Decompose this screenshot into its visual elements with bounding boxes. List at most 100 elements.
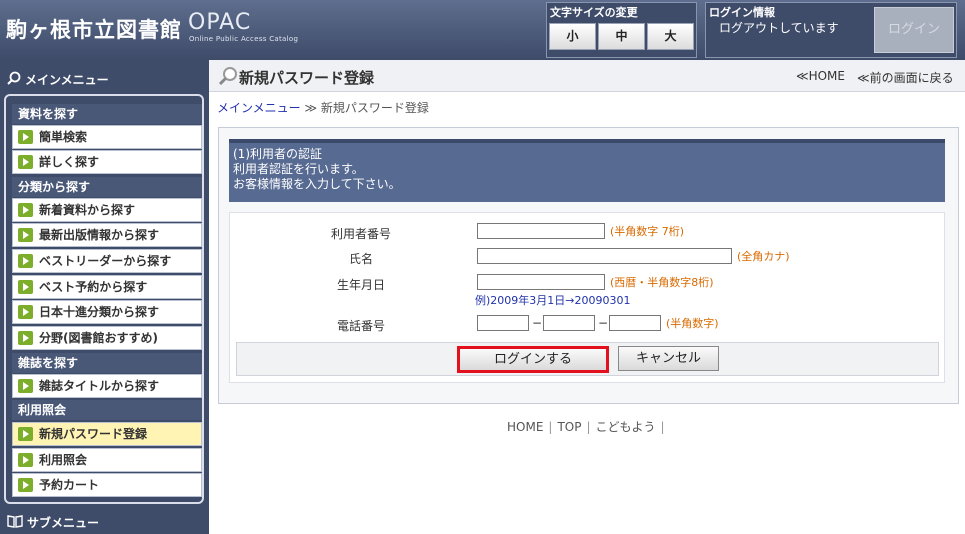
- arrow-right-icon: [18, 379, 33, 393]
- breadcrumb: メインメニュー ≫ 新規パスワード登録: [217, 99, 429, 116]
- main-menu-header: メインメニュー: [0, 64, 209, 90]
- sidebar: メインメニュー 資料を探す 簡単検索 詳しく探す 分類から探す 新着資料から探す…: [0, 60, 209, 534]
- content-box: (1)利用者の認証 利用者認証を行います。 お客様情報を入力して下さい。 利用者…: [218, 127, 959, 404]
- menu-item-label: ベスト予約から探す: [39, 280, 148, 294]
- footer-top-link[interactable]: TOP: [557, 420, 581, 434]
- breadcrumb-main-menu[interactable]: メインメニュー: [217, 101, 301, 115]
- magnifier-icon: [7, 71, 21, 88]
- site-title[interactable]: 駒ヶ根市立図書館: [6, 14, 182, 44]
- breadcrumb-current: 新規パスワード登録: [320, 101, 429, 115]
- font-size-small-button[interactable]: 小: [549, 23, 596, 50]
- arrow-right-icon: [18, 331, 33, 345]
- auth-info-box: (1)利用者の認証 利用者認証を行います。 お客様情報を入力して下さい。: [229, 139, 945, 202]
- name-input[interactable]: [477, 248, 732, 264]
- arrow-right-icon: [18, 305, 33, 319]
- font-size-title: 文字サイズの変更: [550, 6, 638, 19]
- page-title-bar: 新規パスワード登録 ≪HOME ≪前の画面に戻る: [209, 60, 965, 92]
- menu-item-label: 新着資料から探す: [39, 203, 136, 217]
- menu-magazine-title[interactable]: 雑誌タイトルから探す: [12, 374, 202, 398]
- footer-home-link[interactable]: HOME: [507, 420, 543, 434]
- phone-input-1[interactable]: [477, 315, 529, 331]
- button-row: ログインする キャンセル: [236, 342, 939, 376]
- menu-simple-search[interactable]: 簡単検索: [12, 125, 202, 149]
- font-size-medium-button[interactable]: 中: [598, 23, 645, 50]
- menu-item-label: 簡単検索: [39, 130, 88, 144]
- phone-input-2[interactable]: [543, 315, 595, 331]
- login-status: ログアウトしています: [719, 21, 839, 35]
- arrow-right-icon: [18, 203, 33, 217]
- user-number-label: 利用者番号: [330, 227, 391, 241]
- menu-item-label: 利用照会: [39, 453, 88, 467]
- menu-reservation-cart[interactable]: 予約カート: [12, 473, 202, 497]
- phone-dash: −: [532, 316, 543, 330]
- menu-ndc-classification[interactable]: 日本十進分類から探す: [12, 300, 202, 324]
- font-size-panel: 文字サイズの変更 小 中 大: [546, 2, 697, 58]
- magnifier-icon: [218, 66, 238, 89]
- main-menu-panel: 資料を探す 簡単検索 詳しく探す 分類から探す 新着資料から探す 最新出版情報か…: [4, 94, 204, 504]
- arrow-right-icon: [18, 155, 33, 169]
- auth-form: 利用者番号 (半角数字 7桁) 氏名 (全角カナ) 生年月日 (西暦・半角数字8…: [229, 212, 945, 383]
- menu-item-label: 予約カート: [39, 478, 100, 492]
- arrow-right-icon: [18, 228, 33, 242]
- menu-item-label: 最新出版情報から探す: [39, 228, 160, 242]
- info-step-title: (1)利用者の認証: [233, 147, 322, 161]
- login-submit-button[interactable]: ログインする: [457, 346, 609, 373]
- menu-item-label: 分野(図書館おすすめ): [39, 331, 158, 345]
- footer-separator: |: [586, 420, 591, 434]
- arrow-right-icon: [18, 254, 33, 268]
- section-user-inquiry: 利用照会: [12, 400, 202, 420]
- header-login-button[interactable]: ログイン: [874, 7, 954, 53]
- user-number-input[interactable]: [477, 223, 605, 239]
- menu-item-label: 詳しく探す: [39, 155, 100, 169]
- book-icon: [7, 514, 23, 531]
- submenu-header[interactable]: サブメニュー: [0, 510, 209, 534]
- back-link[interactable]: ≪前の画面に戻る: [857, 69, 954, 86]
- login-info-title: ログイン情報: [709, 6, 775, 19]
- menu-best-reservations[interactable]: ベスト予約から探す: [12, 275, 202, 299]
- menu-latest-publications[interactable]: 最新出版情報から探す: [12, 223, 202, 247]
- arrow-right-icon: [18, 130, 33, 144]
- opac-logo: OPAC: [188, 10, 252, 35]
- arrow-right-icon: [18, 478, 33, 492]
- header: 駒ヶ根市立図書館 OPAC Online Public Access Catal…: [0, 0, 965, 60]
- menu-new-materials[interactable]: 新着資料から探す: [12, 198, 202, 222]
- birth-date-example: 例)2009年3月1日→20090301: [475, 294, 631, 307]
- home-link[interactable]: ≪HOME: [796, 69, 845, 83]
- page-title: 新規パスワード登録: [239, 69, 375, 87]
- name-hint: (全角カナ): [737, 250, 790, 263]
- birth-date-input[interactable]: [477, 274, 605, 290]
- login-info-panel: ログイン情報 ログアウトしています ログイン: [705, 2, 957, 58]
- phone-input-3[interactable]: [609, 315, 661, 331]
- section-search-materials: 資料を探す: [12, 104, 202, 124]
- phone-dash: −: [598, 316, 609, 330]
- menu-item-label: 雑誌タイトルから探す: [39, 379, 160, 393]
- birth-date-label: 生年月日: [336, 278, 385, 292]
- birth-date-hint: (西暦・半角数字8桁): [610, 276, 714, 289]
- arrow-right-icon: [18, 453, 33, 467]
- footer-kids-link[interactable]: こどもよう: [596, 420, 656, 434]
- arrow-right-icon: [18, 280, 33, 294]
- info-description: 利用者認証を行います。: [233, 162, 364, 176]
- menu-library-recommendations[interactable]: 分野(図書館おすすめ): [12, 326, 202, 350]
- info-instruction: お客様情報を入力して下さい。: [233, 177, 401, 191]
- main-menu-title: メインメニュー: [25, 73, 109, 87]
- menu-detailed-search[interactable]: 詳しく探す: [12, 150, 202, 174]
- menu-new-password[interactable]: 新規パスワード登録: [12, 422, 202, 446]
- menu-item-label: 新規パスワード登録: [39, 427, 148, 441]
- footer-links: HOME | TOP | こどもよう |: [507, 418, 670, 435]
- name-label: 氏名: [348, 252, 373, 266]
- arrow-right-icon: [18, 427, 33, 441]
- footer-separator: |: [660, 420, 665, 434]
- section-search-by-category: 分類から探す: [12, 177, 202, 197]
- menu-item-label: ベストリーダーから探す: [39, 254, 172, 268]
- font-size-large-button[interactable]: 大: [647, 23, 694, 50]
- menu-best-readers[interactable]: ベストリーダーから探す: [12, 249, 202, 273]
- footer-separator: |: [548, 420, 553, 434]
- menu-user-inquiry[interactable]: 利用照会: [12, 448, 202, 472]
- phone-label: 電話番号: [336, 319, 385, 333]
- phone-hint: (半角数字): [666, 317, 719, 330]
- cancel-button[interactable]: キャンセル: [618, 346, 719, 371]
- opac-subtitle: Online Public Access Catalog: [189, 35, 299, 43]
- user-number-hint: (半角数字 7桁): [610, 225, 685, 238]
- section-search-magazines: 雑誌を探す: [12, 353, 202, 373]
